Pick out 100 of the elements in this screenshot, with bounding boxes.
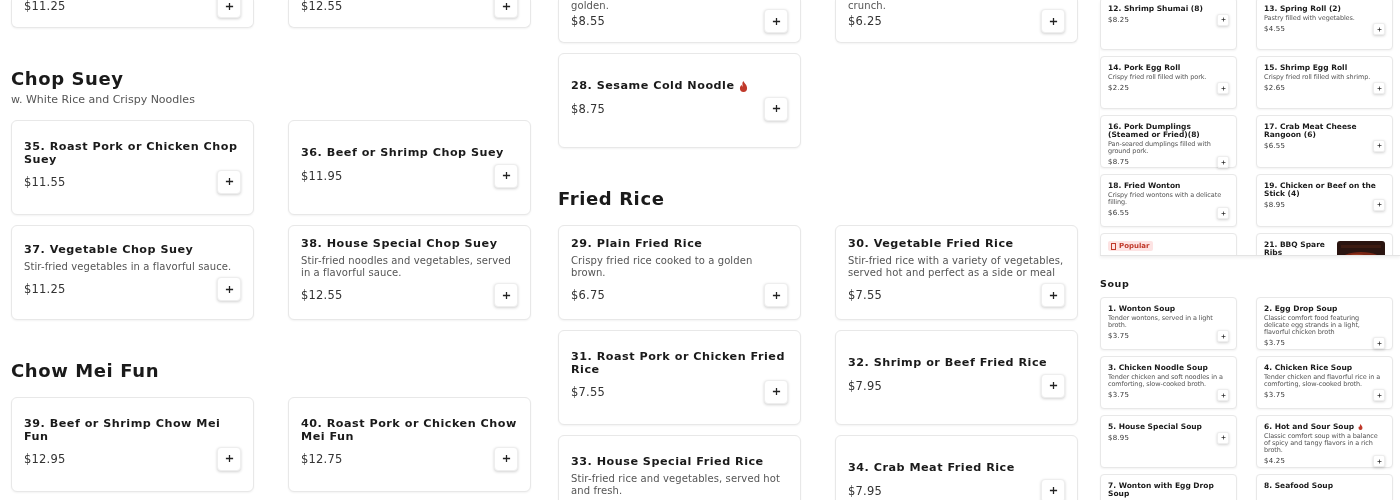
item-price: $11.25 bbox=[24, 0, 66, 13]
item-price: $8.55 bbox=[571, 14, 605, 28]
menu-item-card[interactable]: 30. Vegetable Fried Rice Stir-fried rice with a variety of vegetables, served hot and perfect as a side or meal $7.55 bbox=[835, 225, 1078, 320]
plus-icon bbox=[224, 1, 234, 11]
menu-item-card[interactable]: 28. Sesame Cold Noodle $8.75 bbox=[558, 53, 801, 148]
menu-item-card[interactable]: $11.25 bbox=[11, 0, 254, 28]
plus-icon bbox=[501, 454, 511, 464]
menu-item-card[interactable]: 29. Plain Fried Rice Crispy fried rice cooked to a golden brown. $6.75 bbox=[558, 225, 801, 320]
item-title: 40. Roast Pork or Chicken Chow Mei Fun bbox=[301, 418, 518, 443]
item-price: $12.55 bbox=[301, 0, 343, 13]
plus-icon bbox=[1220, 159, 1226, 165]
item-title: 35. Roast Pork or Chicken Chop Suey bbox=[24, 141, 239, 166]
menu-item-card[interactable]: 32. Shrimp or Beef Fried Rice $7.95 bbox=[835, 330, 1078, 425]
add-button[interactable] bbox=[217, 0, 241, 18]
menu-item-card[interactable]: $12.55 bbox=[288, 0, 531, 28]
menu-item-card[interactable]: 31. Roast Pork or Chicken Fried Rice $7.55 bbox=[558, 330, 801, 425]
section-heading: Fried Rice bbox=[558, 187, 666, 211]
item-title: 29. Plain Fried Rice bbox=[571, 237, 703, 251]
section-heading: Chow Mei Fun bbox=[11, 359, 161, 383]
plus-icon bbox=[1220, 392, 1226, 398]
plus-icon bbox=[1220, 435, 1226, 441]
item-price: $7.55 bbox=[848, 288, 882, 303]
plus-icon bbox=[1376, 26, 1382, 32]
menu-item-card[interactable]: 40. Roast Pork or Chicken Chow Mei Fun $12.75 bbox=[288, 397, 531, 492]
plus-icon bbox=[1376, 85, 1382, 91]
item-description: Stir-fried rice with a variety of vegetables, served hot and perfect as a side or meal bbox=[848, 255, 1065, 280]
item-title: 32. Shrimp or Beef Fried Rice bbox=[848, 357, 1048, 370]
plus-icon bbox=[224, 284, 234, 294]
item-title: 38. House Special Chop Suey bbox=[301, 237, 498, 251]
plus-icon bbox=[1376, 143, 1382, 149]
section-heading: Soup bbox=[1100, 278, 1131, 290]
item-price: $6.75 bbox=[571, 288, 605, 303]
item-description: Crispy fried rice cooked to a golden brown. bbox=[571, 255, 754, 280]
menu-item-card[interactable]: crunch. $6.25 bbox=[835, 0, 1078, 43]
menu-item-card[interactable]: 34. Crab Meat Fried Rice $7.95 bbox=[835, 435, 1078, 500]
item-title: 34. Crab Meat Fried Rice bbox=[848, 462, 1015, 475]
menu-item-card[interactable]: 38. House Special Chop Suey Stir-fried noodles and vegetables, served in a flavorful sauce. $12.55 bbox=[288, 225, 531, 320]
plus-icon bbox=[1220, 85, 1226, 91]
add-button[interactable] bbox=[764, 379, 788, 404]
plus-icon bbox=[1048, 290, 1058, 300]
item-price: $11.95 bbox=[301, 168, 343, 183]
item-description: Stir-fried noodles and vegetables, served in a flavorful sauce. bbox=[301, 255, 512, 280]
item-price: $11.25 bbox=[24, 282, 66, 297]
add-button[interactable] bbox=[217, 169, 241, 194]
plus-icon bbox=[1048, 486, 1058, 496]
item-title: 33. House Special Fried Rice bbox=[571, 456, 764, 469]
add-button[interactable] bbox=[1041, 373, 1065, 398]
item-description: Stir-fried rice and vegetables, served hot and fresh. bbox=[571, 473, 782, 498]
plus-icon bbox=[501, 290, 511, 300]
item-description: golden. bbox=[571, 0, 610, 12]
add-button[interactable] bbox=[764, 9, 788, 33]
plus-icon bbox=[501, 1, 511, 11]
plus-icon bbox=[1376, 340, 1382, 346]
menu-item-card[interactable]: 33. House Special Fried Rice Stir-fried rice and vegetables, served hot and fresh. bbox=[558, 435, 801, 500]
add-button[interactable] bbox=[494, 283, 518, 308]
plus-icon bbox=[1048, 381, 1058, 391]
add-button[interactable] bbox=[1041, 283, 1065, 308]
item-price: $12.75 bbox=[301, 451, 343, 466]
plus-icon bbox=[224, 177, 234, 187]
menu-item-card[interactable]: 35. Roast Pork or Chicken Chop Suey $11.55 bbox=[11, 120, 254, 215]
item-price: $7.55 bbox=[571, 384, 605, 399]
plus-icon bbox=[771, 104, 781, 114]
item-title: 30. Vegetable Fried Rice bbox=[848, 237, 1014, 251]
item-description: Stir-fried vegetables in a flavorful sauce. bbox=[24, 261, 233, 274]
add-button[interactable] bbox=[494, 163, 518, 188]
add-button[interactable] bbox=[1041, 478, 1065, 500]
item-price: $11.55 bbox=[24, 174, 66, 189]
plus-icon bbox=[1220, 17, 1226, 23]
item-title: 28. Sesame Cold Noodle bbox=[571, 80, 735, 93]
item-price: $6.25 bbox=[848, 14, 882, 28]
item-title: 39. Beef or Shrimp Chow Mei Fun bbox=[24, 418, 222, 443]
add-button[interactable] bbox=[217, 277, 241, 302]
item-price: $8.75 bbox=[571, 101, 605, 116]
plus-icon bbox=[1376, 202, 1382, 208]
item-title: 31. Roast Pork or Chicken Fried Rice bbox=[571, 351, 786, 376]
menu-item-card[interactable]: 37. Vegetable Chop Suey Stir-fried vegetables in a flavorful sauce. $11.25 bbox=[11, 225, 254, 320]
menu-item-card[interactable]: golden. $8.55 bbox=[558, 0, 801, 43]
item-title: 37. Vegetable Chop Suey bbox=[24, 243, 194, 257]
item-price: $7.95 bbox=[848, 483, 882, 498]
add-button[interactable] bbox=[217, 446, 241, 471]
item-title: 36. Beef or Shrimp Chop Suey bbox=[301, 147, 504, 160]
item-price: $12.55 bbox=[301, 288, 343, 303]
plus-icon bbox=[771, 290, 781, 300]
section-heading: Chop Suey bbox=[11, 67, 125, 91]
plus-icon bbox=[1220, 210, 1226, 216]
plus-icon bbox=[1376, 392, 1382, 398]
menu-item-card[interactable]: 36. Beef or Shrimp Chop Suey $11.95 bbox=[288, 120, 531, 215]
add-button[interactable] bbox=[764, 283, 788, 308]
plus-icon bbox=[501, 171, 511, 181]
item-description: crunch. bbox=[848, 0, 887, 12]
item-price: $7.95 bbox=[848, 378, 882, 393]
add-button[interactable] bbox=[1041, 9, 1065, 33]
add-button[interactable] bbox=[764, 96, 788, 121]
plus-icon bbox=[771, 16, 781, 26]
add-button[interactable] bbox=[494, 0, 518, 18]
plus-icon bbox=[224, 454, 234, 464]
menu-item-card[interactable]: 39. Beef or Shrimp Chow Mei Fun $12.95 bbox=[11, 397, 254, 492]
section-subtitle: w. White Rice and Crispy Noodles bbox=[11, 93, 196, 106]
plus-icon bbox=[1048, 16, 1058, 26]
add-button[interactable] bbox=[494, 446, 518, 471]
